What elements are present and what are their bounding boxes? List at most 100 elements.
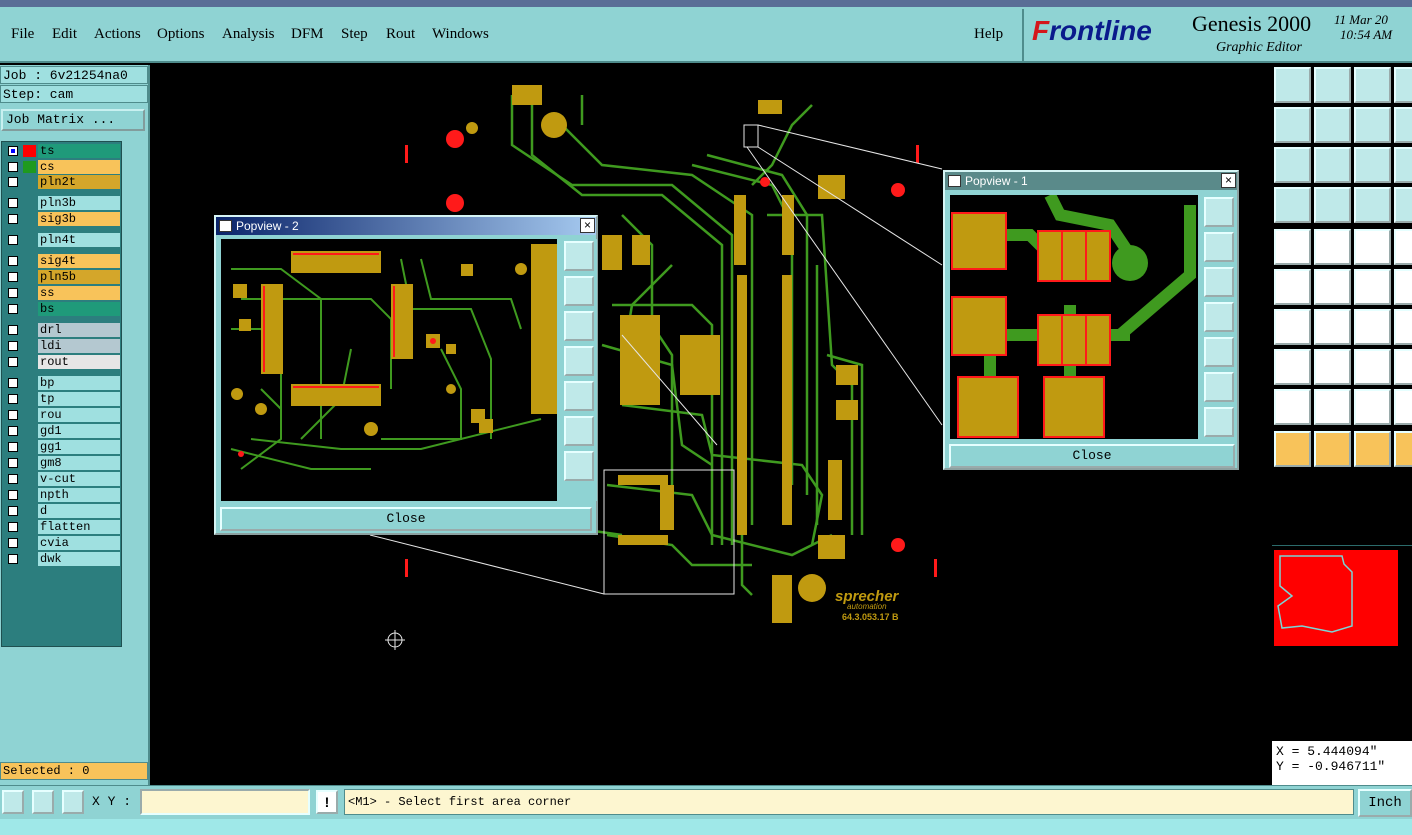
measure-icon[interactable] (1314, 349, 1351, 385)
layer-checkbox[interactable] (8, 426, 18, 436)
popview-1-titlebar[interactable]: Popview - 1 (945, 172, 1237, 190)
layer-name[interactable]: cvia (38, 536, 120, 550)
layer-name[interactable]: bs (38, 302, 120, 316)
menu-edit[interactable]: Edit (52, 26, 77, 43)
select-box-icon[interactable] (1274, 349, 1311, 385)
board-overview[interactable] (1272, 545, 1412, 665)
scale-1to2-icon[interactable] (1354, 147, 1391, 183)
menu-analysis[interactable]: Analysis (222, 26, 275, 43)
select-arrow-3-icon[interactable] (1354, 431, 1391, 467)
layer-name[interactable]: v-cut (38, 472, 120, 486)
layer-name[interactable]: ldi (38, 339, 120, 353)
layer-checkbox[interactable] (8, 357, 18, 367)
layer-row-gm8[interactable]: gm8 (4, 456, 120, 470)
layer-row-sig3b[interactable]: sig3b (4, 212, 120, 226)
layer-name[interactable]: sig4t (38, 254, 120, 268)
job-matrix-button[interactable]: Job Matrix ... (1, 109, 145, 131)
popview-2-canvas[interactable] (221, 239, 557, 501)
pan-up-icon[interactable] (564, 276, 594, 306)
home-icon[interactable] (1354, 67, 1391, 103)
line-icon[interactable] (1314, 309, 1351, 345)
popview-2-close-icon[interactable]: × (580, 218, 595, 233)
layer-checkbox[interactable] (8, 538, 18, 548)
popview-2-close-button[interactable]: Close (220, 507, 592, 531)
layer-checkbox[interactable] (8, 214, 18, 224)
menu-step[interactable]: Step (341, 26, 368, 43)
layer-checkbox[interactable] (8, 474, 18, 484)
snap-mode-icon[interactable] (2, 790, 24, 814)
arrow-edit-icon[interactable] (1354, 269, 1391, 305)
extra-icon-10[interactable] (1394, 431, 1412, 467)
triangle-outline-icon[interactable] (1314, 389, 1351, 425)
pan-right-icon[interactable] (1204, 337, 1234, 367)
layer-name[interactable]: npth (38, 488, 120, 502)
probe-icon[interactable] (1314, 187, 1351, 223)
layer-name[interactable]: gd1 (38, 424, 120, 438)
zoom-in-icon[interactable] (1204, 372, 1234, 402)
pan-right-icon[interactable] (1314, 107, 1351, 143)
layer-row-d[interactable]: d (4, 504, 120, 518)
window-menu-icon[interactable] (219, 220, 232, 232)
layer-name[interactable]: rou (38, 408, 120, 422)
triangle-icon[interactable] (1274, 389, 1311, 425)
layer-name[interactable]: cs (38, 160, 120, 174)
bottom-view-icon[interactable] (1314, 67, 1351, 103)
layer-name[interactable]: drl (38, 323, 120, 337)
layer-name[interactable]: tp (38, 392, 120, 406)
layer-checkbox[interactable] (8, 442, 18, 452)
layer-name[interactable]: bp (38, 376, 120, 390)
units-button[interactable]: Inch (1358, 789, 1412, 817)
layer-row-ts[interactable]: ts (4, 144, 120, 158)
extra-icon-4[interactable] (1394, 187, 1412, 223)
measure-mode-icon[interactable] (32, 790, 54, 814)
layer-row-gg1[interactable]: gg1 (4, 440, 120, 454)
fit-icon[interactable] (1274, 147, 1311, 183)
layer-name[interactable]: pln4t (38, 233, 120, 247)
popview-2-titlebar[interactable]: Popview - 2 (216, 217, 596, 235)
layer-row-pln2t[interactable]: pln2t (4, 175, 120, 189)
layer-checkbox[interactable] (8, 256, 18, 266)
layer-name[interactable]: gg1 (38, 440, 120, 454)
arc-icon[interactable] (1354, 309, 1391, 345)
layer-checkbox[interactable] (8, 177, 18, 187)
xy-input[interactable] (140, 789, 310, 815)
layer-name[interactable]: pln2t (38, 175, 120, 189)
layer-row-npth[interactable]: npth (4, 488, 120, 502)
layer-row-bs[interactable]: bs (4, 302, 120, 316)
traffic-light-icon[interactable] (1354, 187, 1391, 223)
window-menu-icon[interactable] (948, 175, 961, 187)
layer-checkbox[interactable] (8, 235, 18, 245)
layer-checkbox[interactable] (8, 506, 18, 516)
menu-windows[interactable]: Windows (432, 26, 489, 43)
layer-row-pln3b[interactable]: pln3b (4, 196, 120, 210)
popview-1-close-icon[interactable]: × (1221, 173, 1236, 188)
pointer-tool-icon[interactable] (1274, 187, 1311, 223)
pan-left-icon[interactable] (564, 346, 594, 376)
layer-checkbox[interactable] (8, 198, 18, 208)
pan-left-icon[interactable] (1204, 302, 1234, 332)
pan-down-icon[interactable] (1204, 267, 1234, 297)
layer-row-pln5b[interactable]: pln5b (4, 270, 120, 284)
layer-row-cs[interactable]: cs (4, 160, 120, 174)
menu-actions[interactable]: Actions (94, 26, 141, 43)
pan-right-icon[interactable] (564, 381, 594, 411)
zoom-out-icon[interactable] (1204, 407, 1234, 437)
triangle-red-icon[interactable] (1354, 389, 1391, 425)
layer-row-cvia[interactable]: cvia (4, 536, 120, 550)
layer-row-sig4t[interactable]: sig4t (4, 254, 120, 268)
popview-1-canvas[interactable] (950, 195, 1198, 439)
layer-row-bp[interactable]: bp (4, 376, 120, 390)
zoom-in-icon[interactable] (564, 416, 594, 446)
layer-row-dwk[interactable]: dwk (4, 552, 120, 566)
slope-icon[interactable] (1274, 309, 1311, 345)
layer-row-ldi[interactable]: ldi (4, 339, 120, 353)
extra-icon-1[interactable] (1394, 67, 1412, 103)
layer-checkbox[interactable] (8, 554, 18, 564)
layer-row-pln4t[interactable]: pln4t (4, 233, 120, 247)
undo-view-icon[interactable] (1354, 107, 1391, 143)
extra-icon-2[interactable] (1394, 107, 1412, 143)
layer-row-gd1[interactable]: gd1 (4, 424, 120, 438)
pan-down-icon[interactable] (564, 311, 594, 341)
layer-row-drl[interactable]: drl (4, 323, 120, 337)
menu-rout[interactable]: Rout (386, 26, 415, 43)
